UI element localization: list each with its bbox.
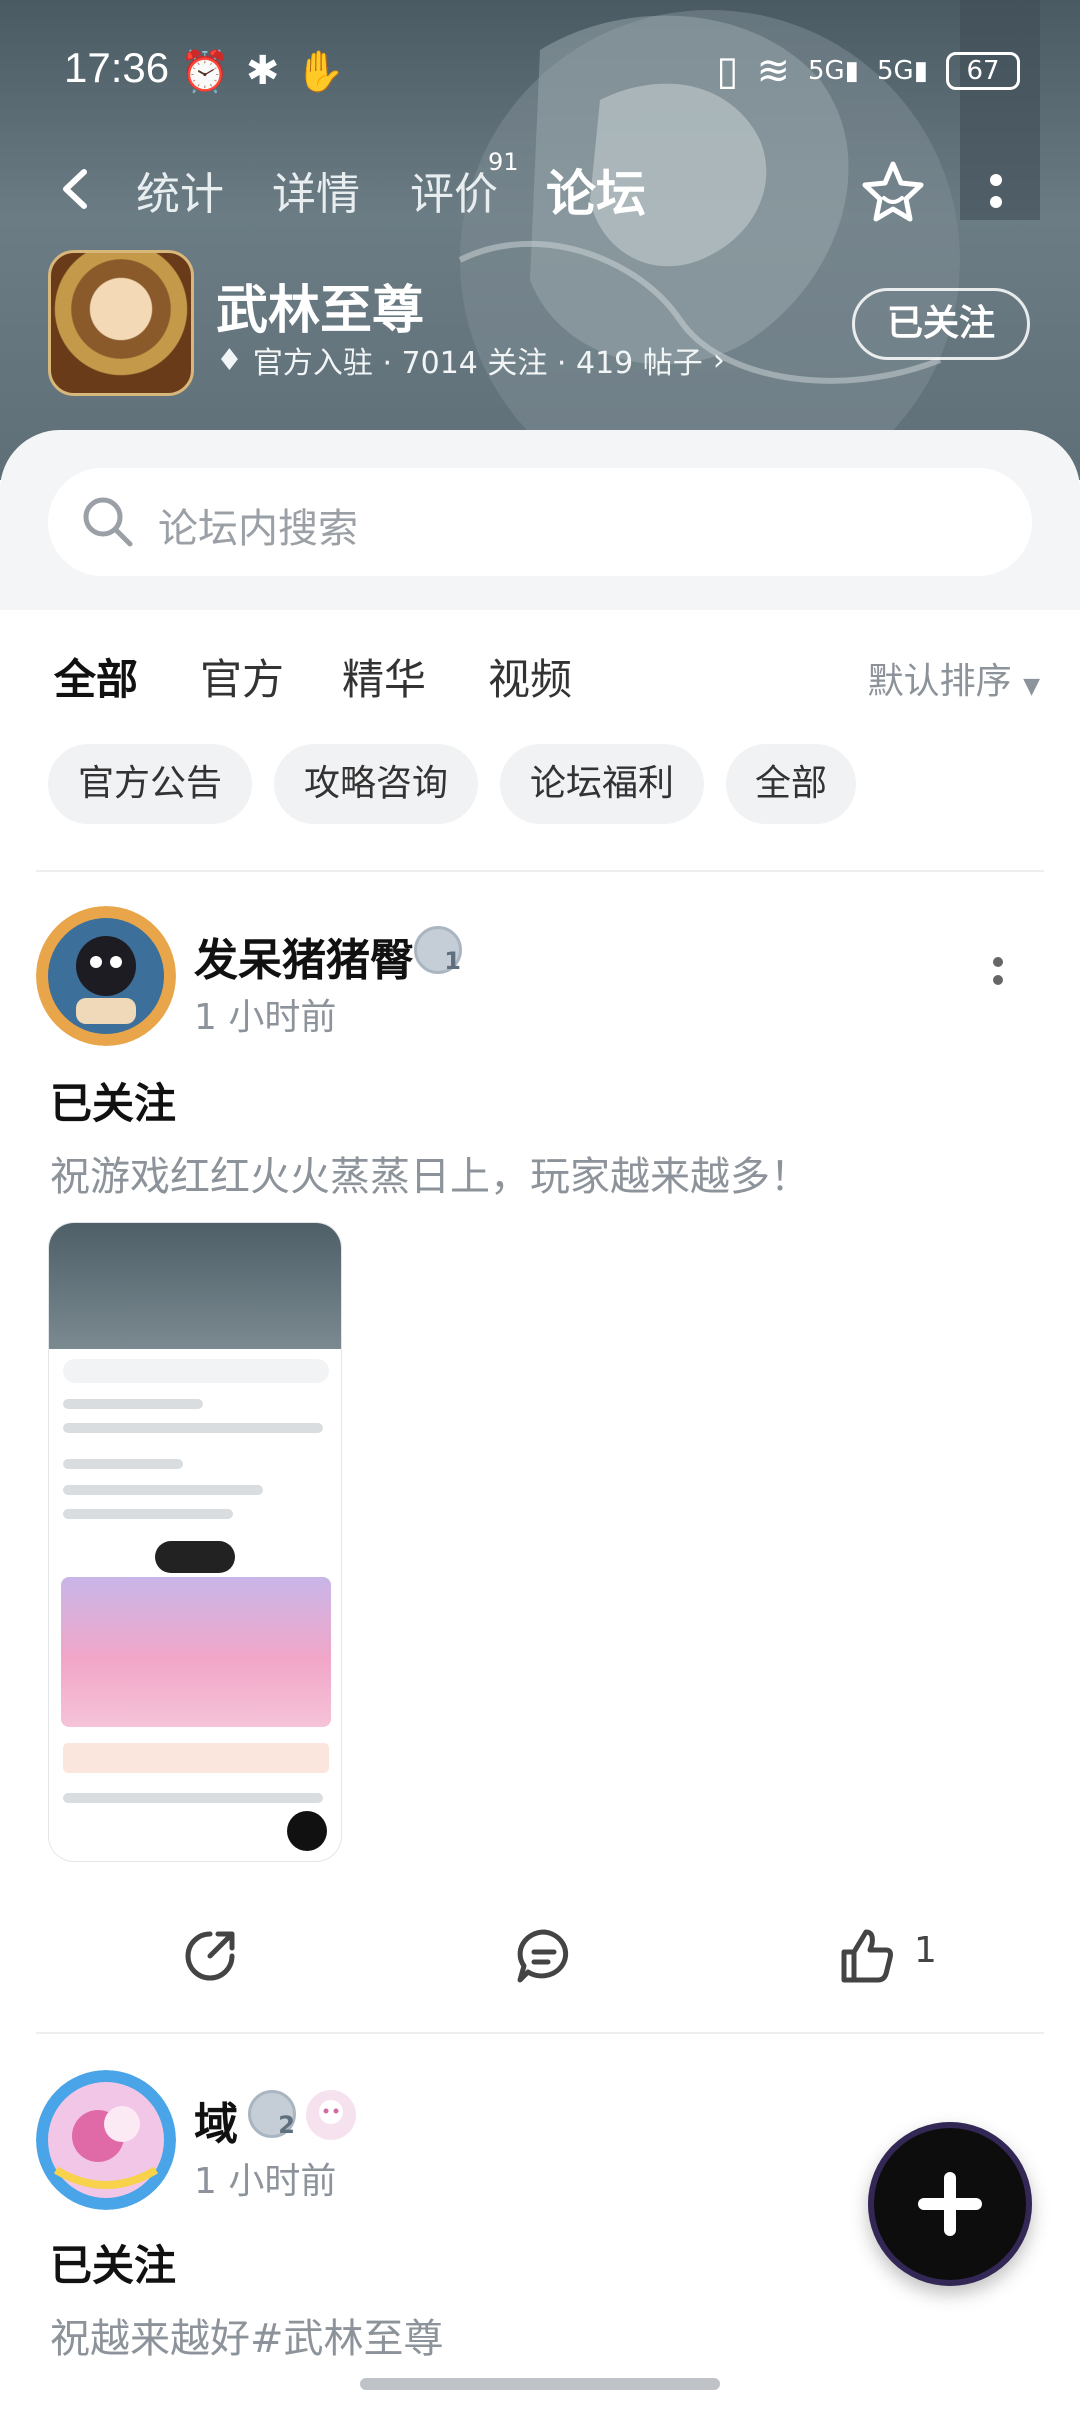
tab-reviews[interactable]: 评价 — [410, 158, 498, 222]
author-avatar[interactable] — [36, 906, 176, 1046]
game-name: 武林至尊 — [216, 281, 425, 341]
top-nav: 统计 详情 评价 91 论坛 — [0, 140, 1080, 240]
thumb-banner — [63, 1743, 329, 1773]
diamond-icon: ♦ — [216, 342, 243, 378]
post-time: 1 小时前 — [194, 997, 337, 1038]
thumb-search — [63, 1359, 329, 1383]
search-icon — [83, 497, 133, 547]
thumb-picture — [61, 1577, 331, 1727]
back-arrow-icon[interactable] — [54, 166, 100, 212]
thumb-chips — [63, 1423, 323, 1433]
like-icon[interactable] — [836, 1926, 896, 1986]
post-item[interactable]: 发呆猪猪臀 1 1 小时前 已关注 祝游戏红红火火蒸蒸日上，玩家越来越多！ 1 — [0, 900, 1080, 2030]
signal-icon-2: 5G▮ — [876, 56, 928, 86]
author-name[interactable]: 域 — [194, 2088, 238, 2152]
status-icons-right: ▯ ≋ 5G▮ 5G▮ 67 — [716, 48, 1020, 94]
chip-announcements[interactable]: 官方公告 — [48, 744, 252, 824]
caret-down-icon: ▼ — [1023, 674, 1040, 699]
chip-all[interactable]: 全部 — [726, 744, 856, 824]
vibrate-icon: ▯ — [716, 48, 739, 94]
post-body: 祝游戏红红火火蒸蒸日上，玩家越来越多！ — [50, 1154, 810, 1200]
thumb-line — [63, 1459, 183, 1469]
game-meta[interactable]: ♦ 官方入驻 · 7014 关注 · 419 帖子 › — [216, 338, 725, 382]
post-actions: 1 — [0, 1906, 1080, 2006]
bluetooth-icon: ✱ — [245, 48, 280, 94]
post-image[interactable] — [48, 1222, 342, 1862]
forum-header-banner: 17:36 ⏰ ✱ ✋ ▯ ≋ 5G▮ 5G▮ 67 统计 详情 评价 91 论… — [0, 0, 1080, 480]
follow-button[interactable]: 已关注 — [852, 288, 1030, 360]
comment-icon[interactable] — [514, 1926, 574, 1986]
tab-details[interactable]: 详情 — [272, 158, 360, 222]
sort-label: 默认排序 — [867, 661, 1012, 702]
thumb-line — [63, 1793, 323, 1803]
chevron-right-icon: › — [712, 342, 725, 378]
tab-official[interactable]: 官方 — [200, 646, 284, 707]
game-meta-text: 官方入驻 · 7014 关注 · 419 帖子 — [252, 346, 703, 381]
forum-tabs: 全部 官方 精华 视频 默认排序 ▼ — [0, 610, 1080, 750]
post-time: 1 小时前 — [194, 2161, 337, 2202]
post-more-icon[interactable] — [990, 954, 1006, 1002]
search-placeholder: 论坛内搜索 — [158, 506, 358, 552]
like-count: 1 — [914, 1930, 937, 1971]
tab-stats[interactable]: 统计 — [136, 158, 224, 222]
tab-forum[interactable]: 论坛 — [546, 154, 646, 226]
favorite-star-icon[interactable] — [858, 158, 928, 228]
divider — [36, 2032, 1044, 2034]
chip-welfare[interactable]: 论坛福利 — [500, 744, 704, 824]
alarm-icon: ⏰ — [180, 49, 230, 95]
thumb-line — [63, 1509, 233, 1519]
post-title: 已关注 — [50, 2241, 177, 2290]
author-avatar[interactable] — [36, 2070, 176, 2210]
category-chips: 官方公告 攻略咨询 论坛福利 全部 — [0, 740, 1080, 840]
plus-icon — [944, 2172, 956, 2236]
game-icon — [48, 250, 194, 396]
more-options-icon[interactable] — [984, 168, 1008, 228]
level-badge: 2 — [248, 2090, 296, 2139]
thumb-header — [49, 1223, 341, 1349]
reviews-count-badge: 91 — [488, 148, 519, 176]
level-number: 2 — [278, 2111, 295, 2139]
level-number: 1 — [444, 947, 461, 975]
divider — [36, 870, 1044, 872]
search-panel: 论坛内搜索 — [0, 430, 1080, 610]
create-post-fab[interactable] — [868, 2122, 1032, 2286]
hand-icon: ✋ — [295, 49, 346, 95]
chip-guides[interactable]: 攻略咨询 — [274, 744, 478, 824]
character-badge-icon — [306, 2090, 356, 2140]
status-icons-left: ⏰ ✱ ✋ — [180, 48, 345, 95]
status-bar: 17:36 ⏰ ✱ ✋ ▯ ≋ 5G▮ 5G▮ 67 — [0, 30, 1080, 106]
thumb-tabs — [63, 1399, 203, 1409]
level-badge: 1 — [414, 926, 462, 975]
sort-dropdown[interactable]: 默认排序 ▼ — [868, 652, 1040, 704]
signal-icon-1: 5G▮ — [807, 56, 859, 86]
wifi-icon: ≋ — [756, 48, 790, 94]
thumb-line — [63, 1485, 263, 1495]
thumb-toast — [155, 1541, 235, 1573]
thumb-fab — [287, 1811, 327, 1851]
post-title: 已关注 — [50, 1079, 177, 1128]
share-icon[interactable] — [180, 1926, 240, 1986]
post-body: 祝越来越好#武林至尊 — [50, 2316, 444, 2362]
status-time: 17:36 — [64, 44, 170, 91]
battery-indicator: 67 — [946, 52, 1020, 90]
search-input[interactable]: 论坛内搜索 — [48, 468, 1032, 576]
tab-video[interactable]: 视频 — [488, 646, 572, 707]
tab-featured[interactable]: 精华 — [342, 646, 426, 707]
author-name[interactable]: 发呆猪猪臀 — [194, 924, 414, 988]
home-indicator[interactable] — [360, 2378, 720, 2390]
tab-all[interactable]: 全部 — [54, 646, 138, 713]
